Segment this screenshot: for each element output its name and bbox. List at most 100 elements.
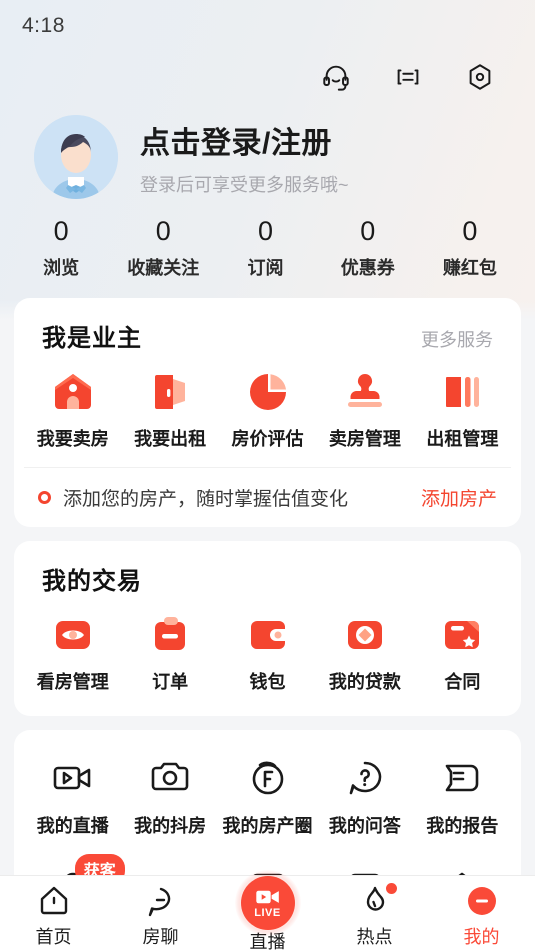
list-icon[interactable] [393,62,423,92]
eye-square-icon [50,612,96,658]
grid-item-price-valuation[interactable]: 房价评估 [219,369,316,451]
stat-item-subscription[interactable]: 0 订阅 [214,216,316,280]
stats-row: 0 浏览 0 收藏关注 0 订阅 0 优惠券 0 赚红包 [0,216,535,280]
avatar[interactable] [34,115,118,199]
grid-label: 房价评估 [231,429,304,450]
f-circle-icon [246,756,290,800]
grid-label: 我要出租 [134,429,207,450]
grid-item-my-qa[interactable]: 我的问答 [316,756,413,838]
profile-text: 点击登录/注册 登录后可享受更多服务哦~ [140,118,349,197]
stat-item-favorites[interactable]: 0 收藏关注 [112,216,214,280]
tab-label: 热点 [356,927,393,947]
stat-item-browse[interactable]: 0 浏览 [10,216,112,280]
stat-value: 0 [257,216,274,246]
status-bar: 4:18 [0,0,535,52]
video-camera-icon [51,756,95,800]
grid-label: 钱包 [249,672,286,693]
add-property-button[interactable]: 添加房产 [421,484,497,511]
bottom-tab-bar: 首页 房聊 LIVE 直播 热点 我的 [0,870,535,951]
grid-item-rent-management[interactable]: 出租管理 [414,369,511,451]
live-text: LIVE [254,906,281,919]
profile-icon [465,884,499,918]
pie-chart-icon [245,369,291,415]
grid-item-wallet[interactable]: 钱包 [219,612,316,694]
trade-card-title: 我的交易 [42,568,142,596]
grid-item-my-live[interactable]: 我的直播 [24,756,121,838]
stat-label: 赚红包 [442,258,497,279]
tab-label: 首页 [35,927,72,947]
grid-item-viewing-management[interactable]: 看房管理 [24,612,121,694]
more-services-link[interactable]: 更多服务 [421,326,493,352]
promo-left: 添加您的房产，随时掌握估值变化 [38,484,348,511]
owner-card-header: 我是业主 更多服务 [24,318,511,353]
stat-item-redpacket[interactable]: 0 赚红包 [419,216,521,280]
report-folder-icon [440,756,484,800]
chat-bubble-icon [144,884,178,918]
stamp-icon [342,369,388,415]
tab-mine[interactable]: 我的 [428,884,535,949]
stat-label: 优惠券 [340,258,395,279]
grid-item-contract[interactable]: 合同 [414,612,511,694]
stat-label: 订阅 [247,258,284,279]
grid-item-my-report[interactable]: 我的报告 [414,756,511,838]
grid-item-orders[interactable]: 订单 [121,612,218,694]
status-time: 4:18 [22,14,65,37]
trade-card-header: 我的交易 [24,561,511,596]
wallet-icon [245,612,291,658]
grid-label: 我的贷款 [328,672,401,693]
stat-value: 0 [155,216,171,246]
grid-item-rent-out[interactable]: 我要出租 [121,369,218,451]
tab-live[interactable]: LIVE 直播 [214,870,321,951]
question-bubble-icon [343,756,387,800]
content-grid-row1: 我的直播 我的抖房 我的房产圈 我的问答 我的报告 [24,756,511,838]
grid-item-my-loan[interactable]: 我的贷款 [316,612,413,694]
stat-label: 浏览 [43,258,80,279]
live-halo: LIVE [234,870,301,936]
stat-item-coupons[interactable]: 0 优惠券 [317,216,419,280]
grid-label: 合同 [444,672,481,693]
owner-card-title: 我是业主 [42,325,142,353]
owner-grid: 我要卖房 我要出租 房价评估 卖房管理 出租管理 [24,369,511,451]
login-subtitle: 登录后可享受更多服务哦~ [140,174,349,195]
stat-label: 收藏关注 [127,258,200,279]
grid-label: 我的报告 [426,816,499,837]
coin-icon [342,612,388,658]
grid-item-my-douhouse[interactable]: 我的抖房 [121,756,218,838]
login-title[interactable]: 点击登录/注册 [140,118,349,162]
bullet-dot-icon [38,491,51,505]
contract-star-icon [439,612,485,658]
tab-home[interactable]: 首页 [0,884,107,949]
grid-label: 订单 [152,672,189,693]
trade-card: 我的交易 看房管理 订单 钱包 我的贷款 合同 [14,541,521,717]
stat-value: 0 [360,216,376,246]
grid-item-my-property-circle[interactable]: 我的房产圈 [219,756,316,838]
grid-item-sell-house[interactable]: 我要卖房 [24,369,121,451]
grid-label: 卖房管理 [328,429,401,450]
clipboard-icon [147,612,193,658]
settings-icon[interactable] [465,62,495,92]
open-door-icon [147,369,193,415]
headset-icon[interactable] [321,62,351,92]
live-icon[interactable]: LIVE [240,876,295,930]
grid-label: 我的问答 [328,816,401,837]
profile-page: 4:18 点击登录/注册 登录后可享受更多服务哦~ 0 浏览 0 收藏关注 0 … [0,0,535,951]
owner-card: 我是业主 更多服务 我要卖房 我要出租 房价评估 卖房管理 出租管理 添加您的房… [14,298,521,528]
tab-hotspot[interactable]: 热点 [321,883,428,949]
grid-label: 看房管理 [36,672,109,693]
stat-value: 0 [462,216,478,246]
home-icon [37,884,71,918]
grid-label: 我的直播 [36,816,109,837]
grid-label: 我的抖房 [134,816,207,837]
top-icon-row [0,52,535,102]
book-pages-icon [439,369,485,415]
tab-label: 房聊 [142,927,179,947]
promo-text: 添加您的房产，随时掌握估值变化 [63,489,349,511]
profile-header[interactable]: 点击登录/注册 登录后可享受更多服务哦~ [0,102,535,199]
camera-icon [148,756,192,800]
grid-label: 出租管理 [426,429,499,450]
add-property-promo: 添加您的房产，随时掌握估值变化 添加房产 [24,467,511,511]
house-tag-icon [50,369,96,415]
grid-item-sell-management[interactable]: 卖房管理 [316,369,413,451]
tab-chat[interactable]: 房聊 [107,884,214,949]
notification-dot [385,883,397,894]
